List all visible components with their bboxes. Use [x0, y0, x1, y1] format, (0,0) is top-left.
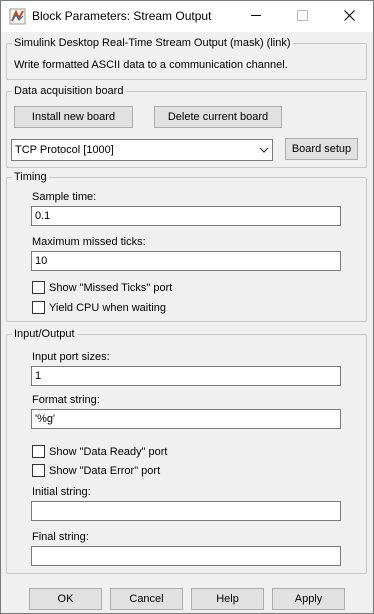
- input-port-sizes-label: Input port sizes:: [32, 351, 110, 363]
- input-port-sizes-input[interactable]: 1: [31, 366, 341, 386]
- maximize-icon: [296, 9, 308, 24]
- input-output-legend: Input/Output: [14, 328, 75, 340]
- sample-time-label: Sample time:: [32, 191, 97, 203]
- chevron-down-icon[interactable]: [255, 140, 272, 160]
- install-new-board-button[interactable]: Install new board: [14, 106, 133, 128]
- maximize-button[interactable]: [279, 1, 325, 32]
- show-data-ready-checkbox[interactable]: [32, 445, 45, 458]
- missed-ticks-label: Maximum missed ticks:: [32, 236, 146, 248]
- final-string-input[interactable]: [31, 546, 341, 566]
- block-parameters-dialog: Block Parameters: Stream Output Simulink…: [0, 0, 374, 614]
- format-string-input[interactable]: '%g': [31, 409, 341, 429]
- data-acquisition-legend: Data acquisition board: [14, 85, 124, 97]
- initial-string-input[interactable]: [31, 501, 341, 521]
- description-text: Write formatted ASCII data to a communic…: [14, 59, 288, 71]
- minimize-button[interactable]: [233, 1, 279, 32]
- delete-current-board-button[interactable]: Delete current board: [154, 106, 282, 128]
- minimize-icon: [250, 10, 262, 24]
- initial-string-label: Initial string:: [32, 486, 91, 498]
- show-missed-ticks-label: Show "Missed Ticks" port: [49, 281, 173, 294]
- apply-button[interactable]: Apply: [272, 588, 345, 610]
- simulink-app-icon: [9, 8, 26, 25]
- show-data-error-checkbox-row[interactable]: Show "Data Error" port: [32, 464, 160, 477]
- missed-ticks-input[interactable]: 10: [31, 251, 341, 271]
- board-setup-button[interactable]: Board setup: [285, 138, 358, 160]
- show-missed-ticks-checkbox[interactable]: [32, 281, 45, 294]
- help-button[interactable]: Help: [191, 588, 264, 610]
- final-string-label: Final string:: [32, 531, 89, 543]
- title-bar[interactable]: Block Parameters: Stream Output: [1, 1, 373, 32]
- cancel-button[interactable]: Cancel: [110, 588, 183, 610]
- close-button[interactable]: [326, 1, 372, 32]
- ok-button[interactable]: OK: [29, 588, 102, 610]
- show-data-error-label: Show "Data Error" port: [49, 464, 161, 477]
- timing-legend: Timing: [14, 171, 47, 183]
- description-legend: Simulink Desktop Real-Time Stream Output…: [14, 37, 291, 49]
- window-title: Block Parameters: Stream Output: [32, 9, 212, 23]
- format-string-label: Format string:: [32, 394, 100, 406]
- board-select-value: TCP Protocol [1000]: [15, 144, 114, 156]
- yield-cpu-label: Yield CPU when waiting: [49, 301, 166, 314]
- yield-cpu-checkbox-row[interactable]: Yield CPU when waiting: [32, 301, 166, 314]
- close-icon: [343, 9, 355, 24]
- show-data-error-checkbox[interactable]: [32, 464, 45, 477]
- show-missed-ticks-checkbox-row[interactable]: Show "Missed Ticks" port: [32, 281, 172, 294]
- show-data-ready-label: Show "Data Ready" port: [49, 445, 168, 458]
- board-select[interactable]: TCP Protocol [1000]: [11, 139, 273, 161]
- yield-cpu-checkbox[interactable]: [32, 301, 45, 314]
- show-data-ready-checkbox-row[interactable]: Show "Data Ready" port: [32, 445, 167, 458]
- sample-time-input[interactable]: 0.1: [31, 206, 341, 226]
